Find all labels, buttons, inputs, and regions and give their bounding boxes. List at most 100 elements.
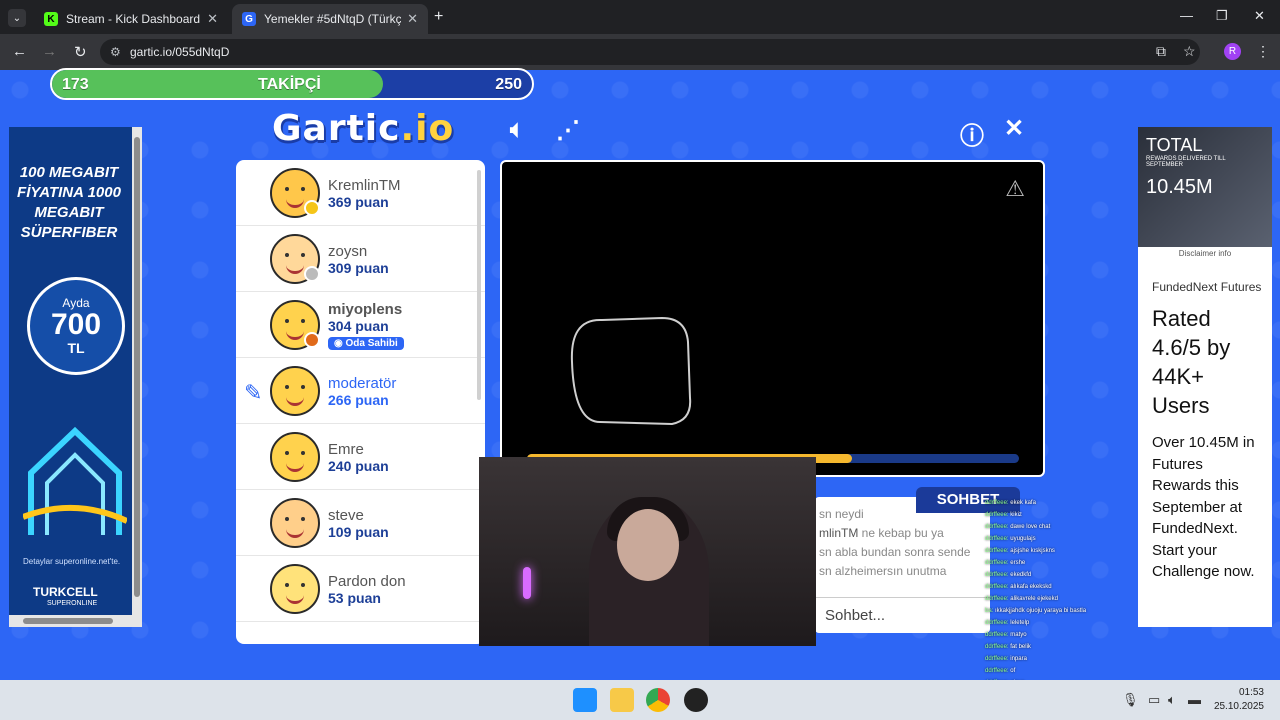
microphone-icon[interactable]: 🎙︎: [1122, 692, 1139, 708]
player-points: 304 puan: [328, 318, 389, 334]
player-row[interactable]: ✎ moderatör 266 puan: [236, 358, 485, 424]
overlay-chat-line: ddrffeee: ajsjshe kıskjskns: [985, 548, 1055, 554]
player-name: Emre: [328, 441, 364, 458]
volume-icon[interactable]: 🔈︎: [1168, 692, 1176, 708]
profile-avatar[interactable]: R: [1224, 43, 1241, 60]
chat-message: sn abla bundan sonra sende: [819, 545, 971, 559]
player-points: 369 puan: [328, 194, 389, 210]
close-tab-icon[interactable]: ✕: [407, 11, 418, 27]
share-icon[interactable]: ⋰: [556, 116, 580, 145]
house-icon: [23, 426, 127, 535]
battery-icon[interactable]: ▬: [1188, 692, 1201, 707]
back-icon[interactable]: ←: [12, 43, 27, 60]
overlay-chat-line: ba: ıkkakjjahdk ojuoju yaraya bi bastla: [985, 608, 1087, 614]
overlay-chat-line: ddrffeee: inpara: [985, 656, 1027, 662]
player-row[interactable]: Pardon don 53 puan: [236, 556, 485, 622]
player-row[interactable]: steve 109 puan: [236, 490, 485, 556]
start-icon[interactable]: [573, 688, 597, 712]
drawing-canvas[interactable]: ⚠: [500, 160, 1045, 477]
player-name: miyoplens: [328, 301, 403, 318]
overlay-chat-line: ddrffeee: alıkafa ekekskd: [985, 584, 1052, 590]
tab-title: Stream - Kick Dashboard: [66, 12, 201, 26]
overlay-chat-line: ddrffeee: ershe: [985, 560, 1026, 566]
pencil-icon: ✎: [244, 380, 263, 405]
tab-gartic[interactable]: G Yemekler #5dNtqD (Türkçe) - G ✕: [232, 4, 428, 34]
url-text: gartic.io/055dNtqD: [130, 45, 230, 59]
room-owner-badge: ◉ Oda Sahibi: [328, 337, 404, 350]
chat-message: sn alzheimersın unutma: [819, 564, 947, 578]
overlay-chat-line: ddrffeee: uyugulajs: [985, 536, 1036, 542]
ad-brand: TURKCELL: [33, 585, 98, 599]
follower-goal-bar: 173 TAKİPÇİ 250: [50, 68, 534, 100]
chat-panel: sn neydi mlinTM ne kebap bu ya sn abla b…: [815, 497, 990, 633]
ad-company: FundedNext Futures: [1152, 280, 1262, 294]
obs-icon[interactable]: [684, 688, 708, 712]
reload-icon[interactable]: ↻: [74, 43, 87, 61]
avatar: [270, 498, 320, 548]
chat-input[interactable]: Sohbet...: [815, 597, 990, 633]
status-dot: [304, 332, 320, 348]
player-name: Pardon don: [328, 573, 406, 590]
kick-icon: K: [44, 12, 58, 26]
status-dot: [304, 266, 320, 282]
ad-details: Detaylar superonline.net'te.: [23, 557, 121, 566]
overlay-chat-line: ddrffeee: matyo: [985, 632, 1027, 638]
gartic-icon: G: [242, 12, 256, 26]
player-row[interactable]: KremlinTM 369 puan: [236, 160, 485, 226]
menu-icon[interactable]: ⋮: [1256, 43, 1270, 60]
chrome-icon[interactable]: [646, 688, 670, 712]
player-name: moderatör: [328, 375, 397, 392]
player-name: zoysn: [328, 243, 368, 260]
chat-message: mlinTM ne kebap bu ya: [819, 526, 944, 540]
system-clock[interactable]: 01:53 25.10.2025: [1214, 686, 1264, 714]
overlay-chat-line: ddrffeee: kikiz: [985, 512, 1022, 518]
ad-body: Over 10.45M in Futures Rewards this Sept…: [1152, 434, 1255, 580]
install-app-icon[interactable]: ⧉: [1156, 43, 1166, 60]
network-icon[interactable]: ▭: [1148, 692, 1160, 708]
tab-search-icon[interactable]: ⌄: [8, 9, 26, 27]
maximize-icon[interactable]: ❐: [1216, 8, 1228, 24]
player-row[interactable]: Emre 240 puan: [236, 424, 485, 490]
avatar: [270, 432, 320, 482]
player-points: 53 puan: [328, 590, 381, 606]
address-bar[interactable]: ⚙ gartic.io/055dNtqD: [100, 39, 1200, 65]
player-name: steve: [328, 507, 364, 524]
player-row[interactable]: miyoplens 304 puan ◉ Oda Sahibi: [236, 292, 485, 358]
site-info-icon[interactable]: ⚙: [110, 45, 121, 59]
ad-horizontal-scrollbar[interactable]: [9, 615, 142, 627]
browser-tabbar: ⌄ K Stream - Kick Dashboard ✕ G Yemekler…: [0, 0, 1280, 34]
overlay-chat-line: ddrffeee: alikavrele ejekekd: [985, 596, 1058, 602]
drawing-stroke: [570, 316, 692, 426]
ad-banner: TOTAL REWARDS DELIVERED TILL SEPTEMBER 1…: [1138, 127, 1272, 247]
gartic-logo[interactable]: Gartic.io: [272, 108, 454, 149]
ad-disclaimer[interactable]: Disclaimer info: [1138, 249, 1272, 258]
sound-icon[interactable]: 🔈︎: [510, 116, 524, 144]
status-dot: [304, 200, 320, 216]
follower-goal: 250: [495, 76, 522, 93]
info-icon[interactable]: ⓘ: [960, 116, 984, 151]
webcam-overlay: [479, 457, 816, 646]
minimize-icon[interactable]: —: [1180, 8, 1193, 23]
overlay-chat-line: ddrffeee: leletelp: [985, 620, 1030, 626]
new-tab-icon[interactable]: +: [434, 8, 443, 26]
overlay-chat-line: ddrffeee: fat belik: [985, 644, 1031, 650]
player-points: 309 puan: [328, 260, 389, 276]
bookmark-star-icon[interactable]: ☆: [1183, 43, 1196, 60]
ad-turkcell[interactable]: 100 MEGABIT FİYATINA 1000 MEGABIT SÜPERF…: [9, 127, 142, 627]
file-explorer-icon[interactable]: [610, 688, 634, 712]
overlay-chat-line: ddrffeee: ekek kafa: [985, 500, 1036, 506]
forward-icon[interactable]: →: [42, 43, 57, 60]
avatar: [270, 366, 320, 416]
avatar: [270, 564, 320, 614]
ad-fundednext[interactable]: TOTAL REWARDS DELIVERED TILL SEPTEMBER 1…: [1138, 127, 1272, 627]
close-tab-icon[interactable]: ✕: [207, 11, 218, 27]
tab-kick-dashboard[interactable]: K Stream - Kick Dashboard ✕: [34, 4, 228, 34]
ad-vertical-scrollbar[interactable]: [132, 127, 142, 615]
player-row[interactable]: zoysn 309 puan: [236, 226, 485, 292]
overlay-chat-line: ddrffeee: of: [985, 668, 1016, 674]
ad-rating: Rated 4.6/5 by 44K+ Users: [1152, 306, 1231, 418]
browser-toolbar: ← → ↻ ⚙ gartic.io/055dNtqD ⧉ ☆ R ⋮: [0, 34, 1280, 70]
window-close-icon[interactable]: ✕: [1254, 8, 1265, 24]
player-list-scrollbar[interactable]: [477, 170, 481, 400]
exit-icon[interactable]: ✕: [1004, 114, 1024, 143]
